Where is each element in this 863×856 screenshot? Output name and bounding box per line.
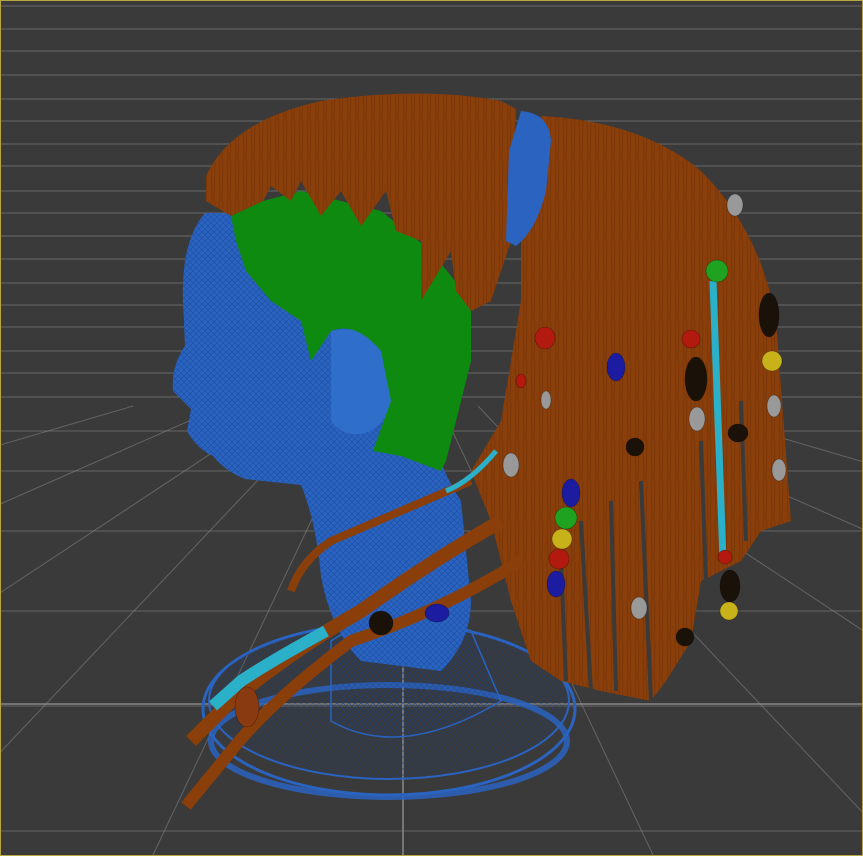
hair-bead bbox=[727, 423, 749, 443]
grid-line bbox=[1, 405, 134, 446]
hair-bead bbox=[546, 570, 566, 598]
hair-bead bbox=[719, 601, 739, 621]
grid-line bbox=[1, 405, 224, 505]
hair-bead bbox=[719, 569, 741, 603]
hair-bead bbox=[761, 350, 783, 372]
hair-bead bbox=[502, 452, 520, 478]
hair-bead bbox=[625, 437, 645, 457]
hair-bead bbox=[234, 686, 260, 728]
hair-bead bbox=[766, 394, 782, 418]
hair-bead bbox=[705, 259, 729, 283]
hair-bead bbox=[675, 627, 695, 647]
hair-bead bbox=[554, 506, 578, 530]
hair-bead bbox=[684, 356, 708, 402]
hair-bead bbox=[368, 610, 394, 636]
hair-bead bbox=[681, 329, 701, 349]
hair-bead bbox=[606, 352, 626, 382]
hair-bead bbox=[758, 292, 780, 338]
hair-bead bbox=[630, 596, 648, 620]
hair-bead bbox=[688, 406, 706, 432]
hair-bead bbox=[515, 373, 527, 389]
hair-bead bbox=[551, 528, 573, 550]
hair-bead bbox=[548, 548, 570, 570]
hair-bead bbox=[540, 390, 552, 410]
hair-bead bbox=[534, 326, 556, 350]
hair-bead bbox=[424, 603, 450, 623]
hair-bead bbox=[771, 458, 787, 482]
hair-bead bbox=[717, 549, 733, 565]
hair-bead bbox=[561, 478, 581, 508]
hair-bead bbox=[726, 193, 744, 217]
perspective-viewport[interactable] bbox=[0, 0, 863, 856]
viewport-canvas[interactable] bbox=[1, 1, 862, 855]
